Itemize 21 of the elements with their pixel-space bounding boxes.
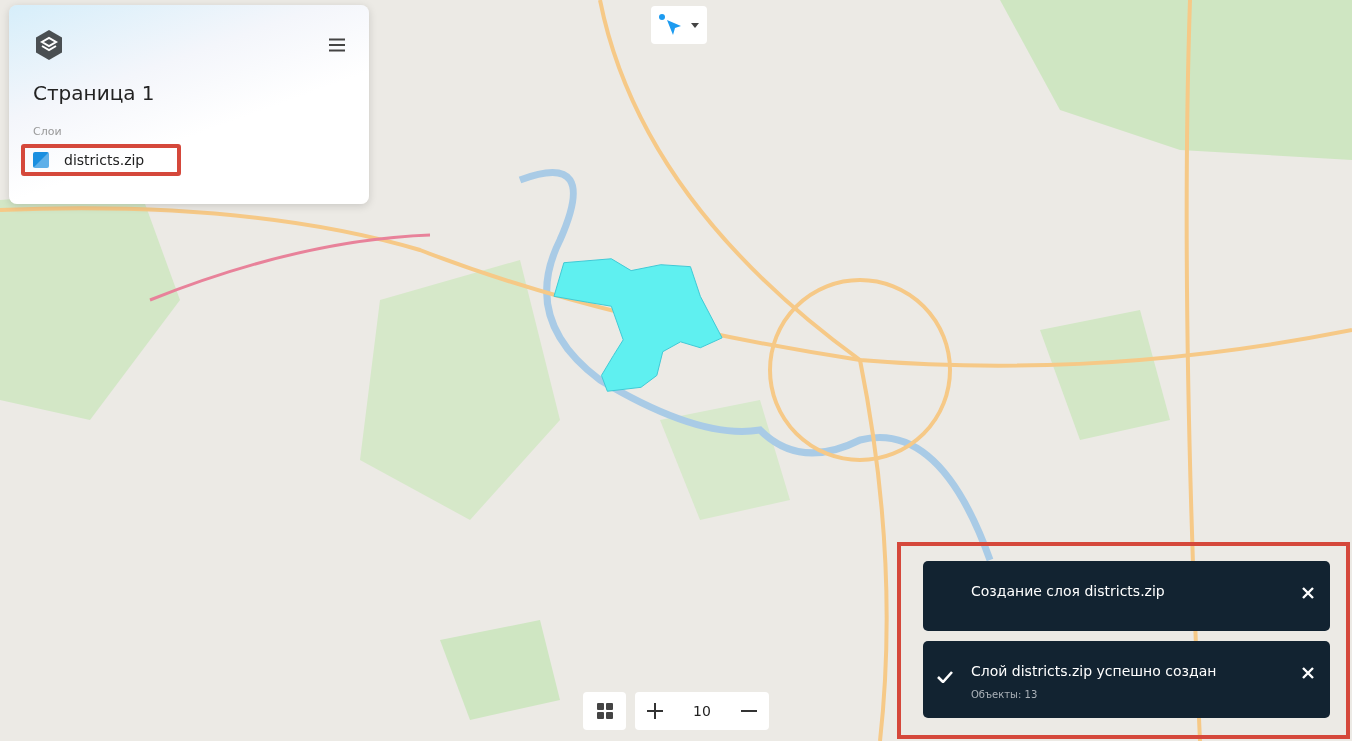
notification-detail: Объекты: 13 [971,689,1039,700]
minus-icon [741,710,757,712]
notification-title: Слой districts.zip успешно создан [971,663,1218,679]
tool-picker[interactable] [651,6,707,44]
zoom-in-button[interactable] [647,703,663,719]
check-icon [937,671,953,683]
caret-icon [691,22,699,28]
logo-icon [33,29,65,61]
zoom-level: 10 [693,703,711,719]
menu-button[interactable] [329,38,345,52]
close-icon [1302,587,1314,599]
grid-button[interactable] [583,692,626,730]
menu-icon [329,38,345,52]
notification-title: Создание слоя districts.zip [971,583,1166,599]
grid-icon [596,703,613,719]
plus-icon [647,703,663,719]
section-label: Слои [33,125,63,138]
pointer-icon [659,14,683,36]
page-title: Страница 1 [33,81,156,105]
close-icon [1302,667,1314,679]
layer-item[interactable]: districts.zip [25,148,177,172]
